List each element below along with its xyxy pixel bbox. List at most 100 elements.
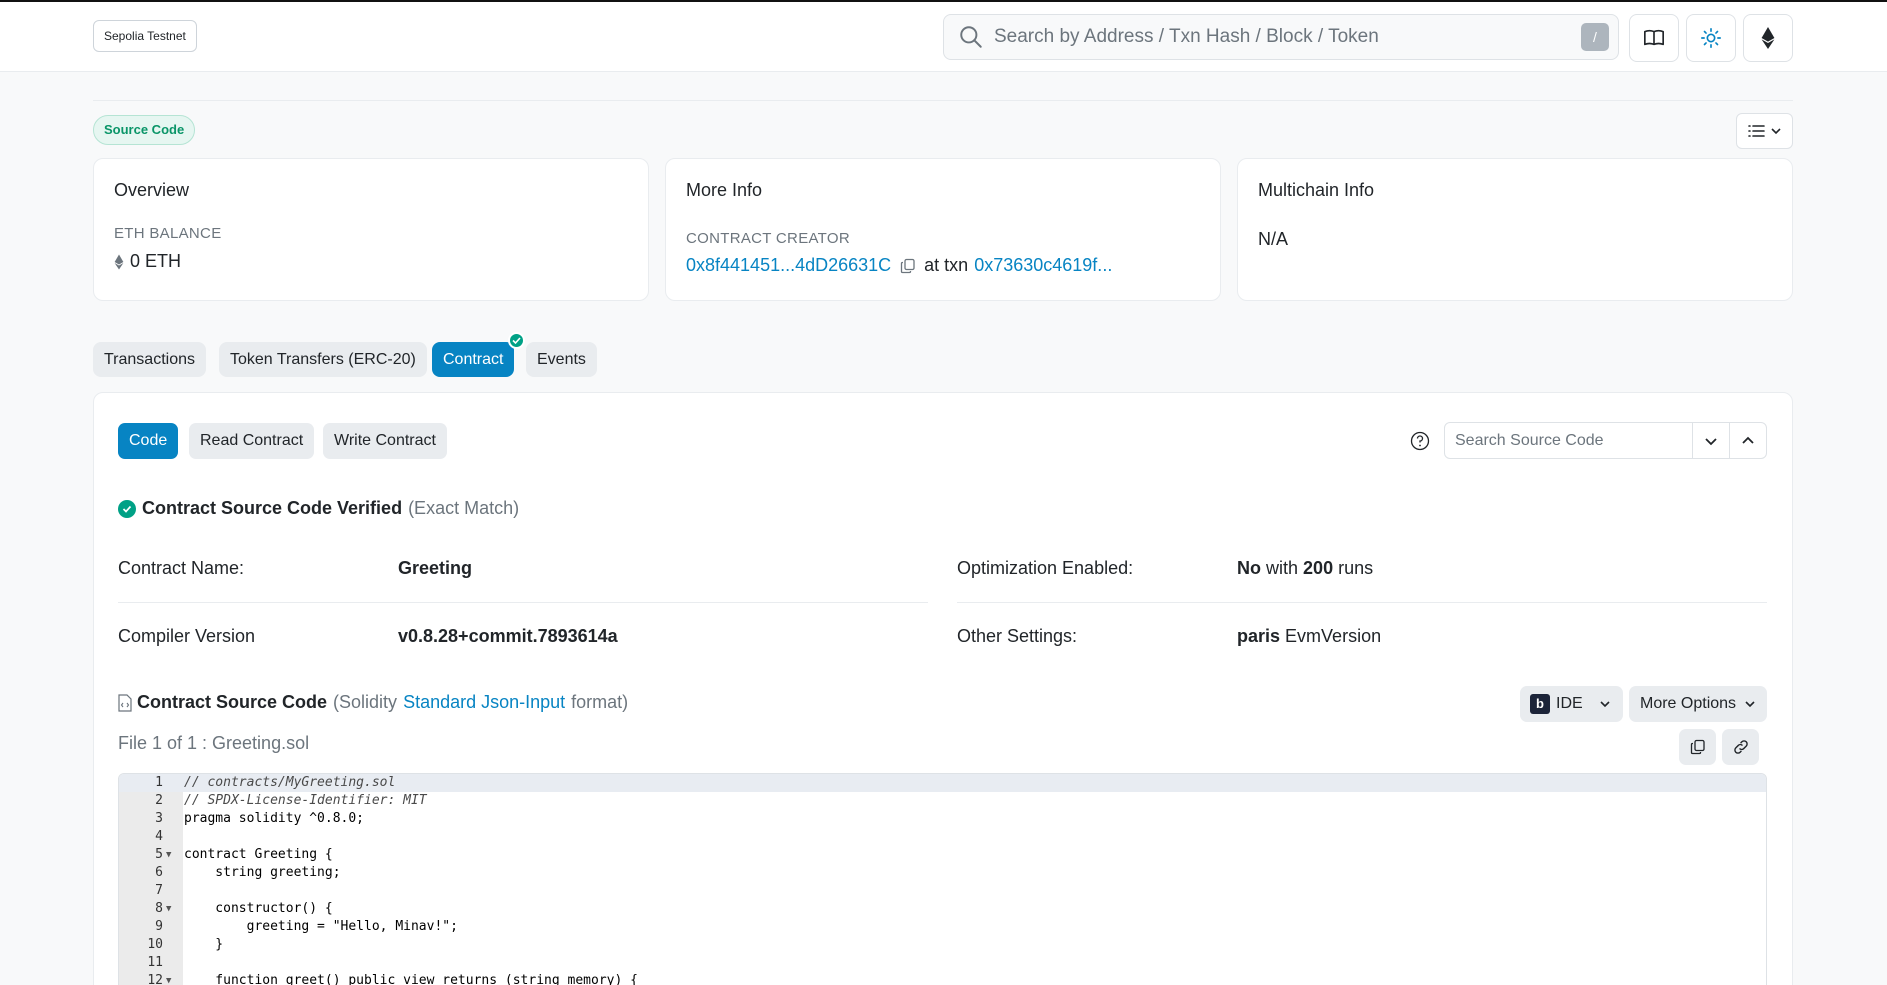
ide-button[interactable]: b IDE: [1520, 686, 1623, 722]
ide-logo-icon: b: [1530, 694, 1550, 714]
chevron-up-icon: [1742, 436, 1754, 444]
network-switch-button[interactable]: [1743, 14, 1793, 62]
copy-icon[interactable]: [900, 258, 916, 274]
contract-name-value: Greeting: [398, 558, 473, 578]
line-number: 9: [155, 919, 163, 934]
optimization-enabled: No: [1237, 558, 1261, 578]
fold-toggle-icon[interactable]: ▼: [166, 972, 171, 985]
eth-balance-value: 0 ETH: [114, 251, 181, 272]
evm-version: paris: [1237, 626, 1281, 646]
subtab-read-contract[interactable]: Read Contract: [189, 423, 315, 459]
verified-check-icon: [508, 332, 525, 349]
fold-toggle-icon[interactable]: ▼: [166, 846, 171, 864]
code-text: contract Greeting {: [184, 847, 333, 862]
copy-icon: [1690, 739, 1705, 755]
other-settings-value: paris EvmVersion: [1237, 626, 1381, 647]
line-number: 7: [155, 883, 163, 898]
line-number: 4: [155, 829, 163, 844]
chevron-down-icon: [1745, 701, 1755, 708]
more-info-title: More Info: [686, 180, 763, 200]
overview-card: Overview ETH BALANCE 0 ETH: [93, 158, 649, 301]
overview-title: Overview: [114, 180, 190, 200]
line-number: 10: [147, 937, 163, 952]
link-icon: [1733, 740, 1748, 754]
code-line: 10 }: [119, 936, 1766, 954]
network-badge[interactable]: Sepolia Testnet: [93, 20, 197, 52]
source-search-input[interactable]: Search Source Code: [1445, 423, 1692, 458]
line-number: 6: [155, 865, 163, 880]
optimization-value: No with 200 runs: [1237, 558, 1373, 579]
subtab-code[interactable]: Code: [118, 423, 179, 459]
compiler-label: Compiler Version: [118, 626, 256, 646]
link-source-button[interactable]: [1722, 729, 1759, 765]
source-code-search[interactable]: Search Source Code: [1444, 422, 1767, 459]
docs-button[interactable]: [1629, 14, 1679, 62]
copy-source-button[interactable]: [1679, 729, 1716, 765]
source-code-title: Contract Source Code: [137, 692, 328, 712]
verification-status: Contract Source Code Verified (Exact Mat…: [118, 498, 519, 519]
at-txn-text: at txn: [924, 255, 969, 275]
tab-transactions[interactable]: Transactions: [93, 342, 206, 377]
compiler-value: v0.8.28+commit.7893614a: [398, 626, 618, 646]
contract-creator-row: 0x8f441451...4dD26631C at txn 0x73630c46…: [686, 255, 1112, 276]
code-text: function greet() public view returns (st…: [184, 973, 638, 985]
tab-token-transfers[interactable]: Token Transfers (ERC-20): [219, 342, 427, 377]
search-prev-button[interactable]: [1729, 423, 1766, 458]
ethereum-icon: [114, 254, 124, 269]
tab-events[interactable]: Events: [526, 342, 597, 377]
creator-address-link[interactable]: 0x8f441451...4dD26631C: [686, 255, 891, 276]
evm-version-suffix: EvmVersion: [1285, 626, 1382, 646]
details-divider-right: [957, 602, 1767, 603]
code-text: greeting = "Hello, Minav!";: [184, 919, 458, 934]
details-divider-left: [118, 602, 928, 603]
more-info-card: More Info CONTRACT CREATOR 0x8f441451...…: [665, 158, 1221, 301]
verification-note: (Exact Match): [408, 498, 520, 518]
creation-txn-link[interactable]: 0x73630c4619f...: [974, 255, 1112, 276]
code-line: 8 ▼ constructor() {: [119, 900, 1766, 918]
chevron-down-icon: [1770, 128, 1781, 135]
code-text: // contracts/MyGreeting.sol: [184, 775, 396, 790]
eth-balance-label: ETH BALANCE: [114, 225, 222, 242]
source-code-title-row: Contract Source Code (Solidity Standard …: [118, 692, 628, 713]
tab-contract[interactable]: Contract: [432, 342, 515, 377]
optimization-with: with: [1266, 558, 1299, 578]
more-options-button[interactable]: More Options: [1629, 686, 1767, 722]
source-format-prefix: (Solidity: [333, 692, 398, 712]
search-next-button[interactable]: [1692, 423, 1729, 458]
code-line: 3 pragma solidity ^0.8.0;: [119, 810, 1766, 828]
code-text: // SPDX-License-Identifier: MIT: [184, 793, 427, 808]
check-circle-icon: [118, 499, 136, 518]
global-search-input[interactable]: Search by Address / Txn Hash / Block / T…: [943, 14, 1619, 60]
page-menu-button[interactable]: [1736, 113, 1793, 149]
source-code-badge: Source Code: [93, 115, 196, 145]
code-line: 11: [119, 954, 1766, 972]
header-divider: [93, 100, 1793, 101]
fold-toggle-icon[interactable]: ▼: [166, 900, 171, 918]
line-number: 11: [147, 955, 163, 970]
code-text: constructor() {: [184, 901, 333, 916]
optimization-runs: 200: [1303, 558, 1334, 578]
theme-toggle-button[interactable]: [1686, 14, 1736, 62]
line-number: 5: [155, 847, 163, 862]
code-text: string greeting;: [184, 865, 341, 880]
optimization-label: Optimization Enabled:: [957, 558, 1134, 578]
eth-balance-text: 0 ETH: [130, 251, 182, 271]
standard-json-input-link[interactable]: Standard Json-Input: [403, 692, 565, 713]
code-line: 6 string greeting;: [119, 864, 1766, 882]
top-header: Sepolia Testnet Search by Address / Txn …: [0, 2, 1887, 72]
help-icon[interactable]: [1410, 431, 1430, 451]
code-line: 5 ▼ contract Greeting {: [119, 846, 1766, 864]
code-editor[interactable]: 1 // contracts/MyGreeting.sol 2 // SPDX-…: [118, 773, 1767, 985]
code-line: 1 // contracts/MyGreeting.sol: [119, 774, 1766, 792]
other-settings-label: Other Settings:: [957, 626, 1078, 646]
chevron-down-icon: [1705, 437, 1717, 445]
code-text: pragma solidity ^0.8.0;: [184, 811, 365, 826]
multichain-card: Multichain Info N/A: [1237, 158, 1793, 301]
chevron-down-icon: [1600, 701, 1610, 708]
optimization-runs-word: runs: [1338, 558, 1374, 578]
code-line: 7: [119, 882, 1766, 900]
line-number: 12: [147, 973, 163, 985]
subtab-write-contract[interactable]: Write Contract: [323, 423, 447, 459]
code-text: }: [184, 937, 224, 952]
contract-creator-label: CONTRACT CREATOR: [686, 230, 850, 247]
